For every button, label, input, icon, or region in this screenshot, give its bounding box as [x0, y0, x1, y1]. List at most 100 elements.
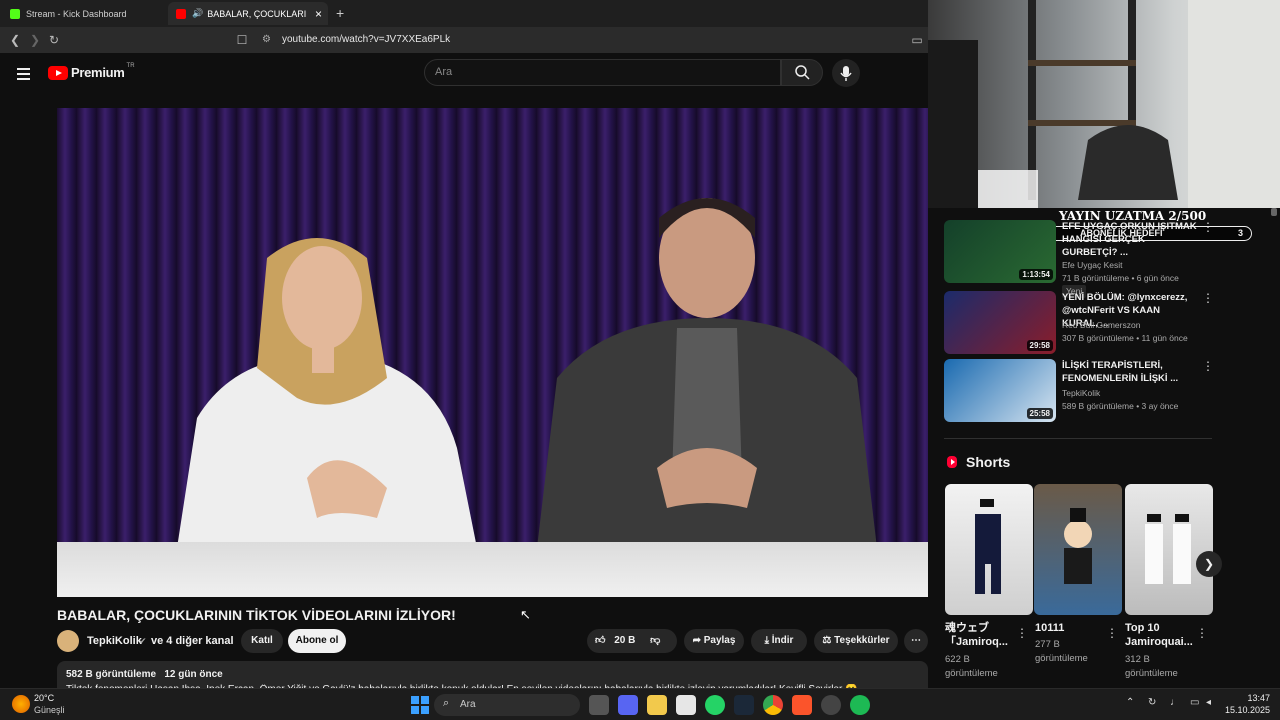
video-thumbnail[interactable]: 1:13:54: [944, 220, 1056, 283]
youtube-logo[interactable]: Premium TR: [48, 62, 135, 80]
more-actions-icon[interactable]: ⋯: [904, 629, 928, 653]
video-title[interactable]: İLİŞKİ TERAPİSTLERİ, FENOMENLERİN İLİŞKİ…: [1062, 359, 1198, 385]
recommended-video[interactable]: 1:13:54 EFE UYGAÇ ORKUN IŞITMAK HANGİSİ …: [944, 220, 1214, 298]
tab-youtube-video[interactable]: 🔊 BABALAR, ÇOCUKLARININ TİKTO ×: [168, 2, 328, 25]
video-duration: 25:58: [1026, 408, 1053, 419]
reload-icon[interactable]: ↻: [45, 31, 63, 49]
steam-icon[interactable]: [734, 695, 754, 715]
store-icon[interactable]: [676, 695, 696, 715]
address-bar[interactable]: ⚙ youtube.com/watch?v=JV7XXEa6PLk: [256, 30, 896, 50]
goal-count: 3: [1237, 228, 1243, 238]
search-button[interactable]: [781, 59, 823, 86]
obs-icon[interactable]: [821, 695, 841, 715]
short-thumbnail[interactable]: [1125, 484, 1213, 615]
menu-icon[interactable]: [17, 65, 30, 83]
download-button[interactable]: ⤓ İndir: [751, 629, 807, 653]
youtube-icon: [176, 8, 186, 19]
network-icon[interactable]: ▭: [1190, 697, 1199, 708]
file-explorer-icon[interactable]: [647, 695, 667, 715]
back-icon[interactable]: ❮: [6, 31, 24, 49]
tab-label: Stream - Kick Dashboard: [26, 8, 127, 19]
new-tab-button[interactable]: +: [336, 5, 344, 21]
mic-tray-icon[interactable]: ♩: [1170, 697, 1180, 708]
scrollbar-thumb[interactable]: [1271, 208, 1277, 216]
more-options-icon[interactable]: ⋮: [1202, 359, 1214, 373]
dislike-icon[interactable]: 👎︎: [650, 635, 660, 646]
webcam-overlay: [928, 0, 1280, 208]
subscribe-button[interactable]: Abone ol: [288, 629, 346, 653]
more-options-icon[interactable]: ⋮: [1196, 626, 1208, 640]
video-player[interactable]: [57, 108, 928, 597]
chrome-icon[interactable]: [763, 695, 783, 715]
short-title[interactable]: Top 10 Jamiroquai...: [1125, 621, 1195, 649]
bookmark-icon[interactable]: ☐: [233, 31, 251, 49]
video-title[interactable]: EFE UYGAÇ ORKUN IŞITMAK HANGİSİ GERÇEK G…: [1062, 220, 1198, 259]
short-views: 277 B görüntüleme: [1035, 639, 1088, 664]
short-views: 622 B görüntüleme: [945, 654, 998, 679]
mouse-cursor-icon: ↖: [520, 607, 531, 622]
cast-icon[interactable]: ▭: [908, 31, 926, 49]
video-table: [57, 542, 928, 597]
more-options-icon[interactable]: ⋮: [1016, 626, 1028, 640]
site-info-icon[interactable]: ⚙: [262, 30, 271, 50]
video-thumbnail[interactable]: 29:58: [944, 291, 1056, 354]
short-title[interactable]: 10111: [1035, 621, 1105, 635]
search-icon: ⌕: [443, 697, 450, 709]
taskbar-search[interactable]: ⌕ Ara: [434, 694, 580, 716]
search-icon: [795, 65, 810, 80]
join-button[interactable]: Katıl: [241, 629, 283, 653]
channel-extra[interactable]: ve 4 diğer kanal: [151, 635, 234, 647]
whatsapp-icon[interactable]: [705, 695, 725, 715]
close-tab-icon[interactable]: ×: [315, 7, 322, 21]
video-thumbnail[interactable]: 25:58: [944, 359, 1056, 422]
url-text: youtube.com/watch?v=JV7XXEa6PLk: [282, 34, 451, 45]
tab-kick-dashboard[interactable]: Stream - Kick Dashboard: [2, 2, 166, 25]
task-view-icon[interactable]: [589, 695, 609, 715]
more-options-icon[interactable]: ⋮: [1106, 626, 1118, 640]
shorts-next-icon[interactable]: ❯: [1196, 551, 1222, 577]
short-thumbnail[interactable]: [1034, 484, 1122, 615]
weather-icon[interactable]: [12, 695, 30, 713]
taskbar: 20°C Güneşli ⌕ Ara ⌃ ↻ ♩ ▭ ◂ 13:47 15.10…: [0, 688, 1280, 720]
channel-avatar[interactable]: [57, 630, 79, 652]
thanks-button[interactable]: ⚖ Teşekkürler: [814, 629, 898, 653]
channel-name[interactable]: Red Bull Gamerszon: [1062, 319, 1140, 332]
more-options-icon[interactable]: ⋮: [1202, 291, 1214, 305]
logo-text: Premium: [71, 65, 125, 80]
clock-time[interactable]: 13:47: [1230, 693, 1270, 703]
share-label: Paylaş: [703, 635, 736, 646]
volume-icon[interactable]: ◂: [1206, 697, 1211, 708]
short-title[interactable]: 魂ウェブ「Jamiroq...: [945, 621, 1015, 649]
weather-temp[interactable]: 20°C: [34, 693, 54, 703]
windows-start-icon[interactable]: [410, 695, 430, 715]
short-figure: [1064, 508, 1092, 584]
recommended-video[interactable]: 29:58 YENİ BÖLÜM: @lynxcerezz, @wtcNFeri…: [944, 291, 1214, 355]
thanks-icon: ⚖: [822, 635, 832, 646]
verified-icon: ✔: [139, 636, 147, 646]
tray-chevron-icon[interactable]: ⌃: [1126, 697, 1134, 708]
channel-name[interactable]: TepkiKolik: [1062, 387, 1100, 400]
spotify-icon[interactable]: [850, 695, 870, 715]
more-options-icon[interactable]: ⋮: [1202, 220, 1214, 234]
clock-date[interactable]: 15.10.2025: [1222, 705, 1270, 715]
mic-icon: [840, 66, 852, 81]
video-duration: 29:58: [1026, 340, 1053, 351]
discord-icon[interactable]: [618, 695, 638, 715]
channel-name[interactable]: TepkiKolik: [87, 635, 142, 647]
sync-icon[interactable]: ↻: [1148, 697, 1156, 708]
video-person-right: [537, 198, 877, 548]
browser-tabstrip: Stream - Kick Dashboard 🔊 BABALAR, ÇOCUK…: [0, 0, 928, 27]
logo-region: TR: [126, 62, 135, 69]
channel-name[interactable]: Efe Uygaç Kesit: [1062, 259, 1122, 272]
voice-search-button[interactable]: [832, 59, 860, 87]
video-duration: 1:13:54: [1019, 269, 1053, 280]
like-icon[interactable]: 👍︎: [595, 635, 605, 646]
share-button[interactable]: ➦ Paylaş: [684, 629, 744, 653]
recommended-video[interactable]: 25:58 İLİŞKİ TERAPİSTLERİ, FENOMENLERİN …: [944, 359, 1214, 423]
share-icon: ➦: [692, 635, 701, 646]
search-input[interactable]: Ara: [424, 59, 781, 86]
like-count[interactable]: 20 B: [614, 635, 635, 646]
brave-icon[interactable]: [792, 695, 812, 715]
forward-icon[interactable]: ❯: [26, 31, 44, 49]
short-thumbnail[interactable]: [945, 484, 1033, 615]
